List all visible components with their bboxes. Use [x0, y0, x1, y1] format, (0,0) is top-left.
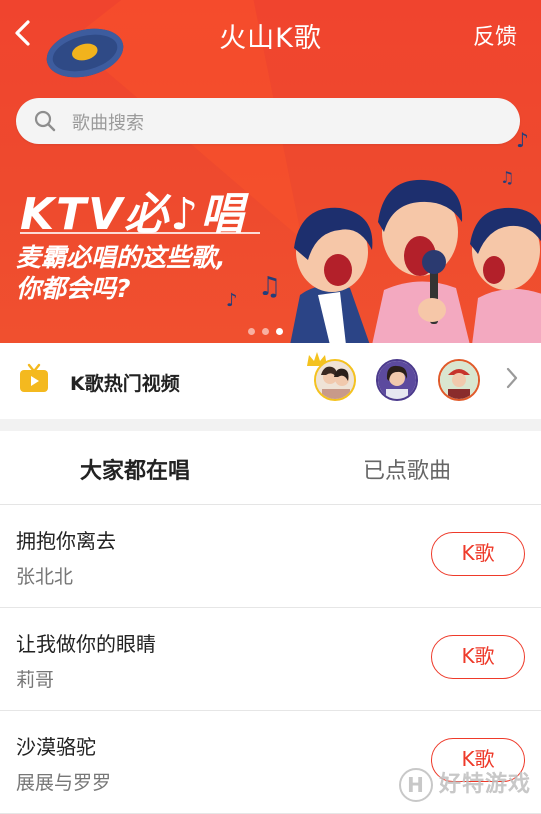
search-icon — [34, 110, 56, 132]
singers-illustration — [290, 179, 541, 343]
search-placeholder: 歌曲搜索 — [72, 113, 144, 134]
carousel-indicator — [248, 320, 290, 339]
carousel-dot-active — [276, 328, 283, 335]
song-title: 让我做你的眼睛 — [16, 632, 156, 656]
song-artist: 莉哥 — [16, 669, 55, 691]
carousel-dot — [248, 328, 255, 335]
list-item[interactable]: 拥抱你离去 张北北 K歌 — [0, 505, 541, 608]
avatar[interactable] — [376, 359, 418, 401]
song-title: 拥抱你离去 — [16, 529, 116, 553]
tv-icon — [20, 363, 48, 392]
banner-slogan: 麦霸必唱的这些歌, 你都会吗? — [16, 242, 296, 304]
music-note-icon: ♪ — [516, 128, 529, 152]
song-artist: 展展与罗罗 — [16, 772, 112, 794]
avatar[interactable] — [314, 359, 356, 401]
avatar-photo — [378, 361, 416, 399]
search-input[interactable]: 歌曲搜索 — [16, 98, 520, 144]
song-artist: 张北北 — [16, 566, 74, 588]
slogan-line-1: 麦霸必唱的这些歌, — [16, 243, 226, 272]
song-tabs: 大家都在唱 已点歌曲 — [0, 431, 541, 505]
carousel-dot — [262, 328, 269, 335]
hot-videos-row[interactable]: K歌热门视频 — [0, 343, 541, 419]
song-title: 沙漠骆驼 — [16, 735, 96, 759]
avatar[interactable] — [438, 359, 480, 401]
avatar-photo — [316, 361, 354, 399]
karaoke-button[interactable]: K歌 — [431, 532, 525, 576]
watermark-badge: H — [398, 768, 433, 802]
feedback-button[interactable]: 反馈 — [473, 19, 517, 51]
chevron-right-icon — [505, 365, 519, 398]
watermark-text: 好特游戏 — [438, 772, 531, 797]
tab-requested-songs[interactable]: 已点歌曲 — [272, 453, 541, 485]
karaoke-button[interactable]: K歌 — [431, 635, 525, 679]
song-list: 拥抱你离去 张北北 K歌 让我做你的眼睛 莉哥 K歌 沙漠骆驼 展展与罗罗 K歌… — [0, 505, 541, 814]
music-note-icon: ♪ — [226, 290, 238, 311]
list-item[interactable]: 让我做你的眼睛 莉哥 K歌 — [0, 608, 541, 711]
tab-everyone-singing[interactable]: 大家都在唱 — [0, 453, 270, 485]
avatar-photo — [440, 361, 478, 399]
headline-underline — [20, 232, 260, 234]
header-banner: 火山K歌 反馈 歌曲搜索 KTV必♪唱 麦霸必唱的这些歌, 你都会吗? ♫ ♪ … — [0, 0, 541, 343]
page-title: 火山K歌 — [219, 23, 322, 54]
hot-videos-label: K歌热门视频 — [70, 373, 180, 395]
music-note-icon: ♫ — [258, 272, 282, 302]
watermark: H 好特游戏 — [398, 766, 531, 802]
slogan-line-2: 你都会吗? — [16, 274, 131, 303]
